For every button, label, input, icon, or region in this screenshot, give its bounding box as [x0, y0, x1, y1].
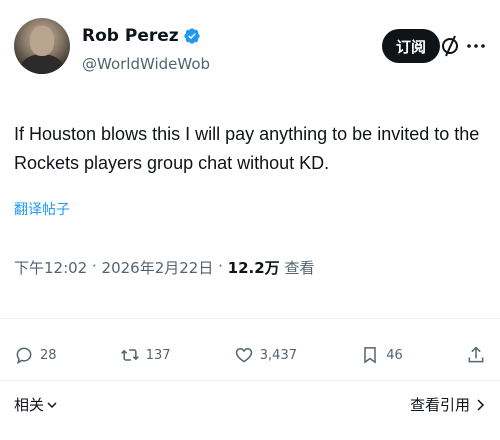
- related-label: 相关: [14, 396, 45, 414]
- tweet-meta: 下午12:02 · 2026年2月22日 · 12.2万 查看: [14, 257, 314, 278]
- translate-post-link[interactable]: 翻译帖子: [14, 199, 70, 219]
- more-options-icon[interactable]: [466, 36, 486, 56]
- related-dropdown[interactable]: 相关: [14, 394, 58, 415]
- bookmark-icon: [364, 347, 376, 364]
- like-button[interactable]: 3,437: [234, 345, 297, 365]
- view-quotes-label: 查看引用: [409, 396, 470, 414]
- tweet-date[interactable]: 2026年2月22日: [102, 257, 214, 278]
- views-count: 12.2万: [227, 259, 280, 277]
- bookmark-count: 46: [386, 347, 403, 363]
- bookmark-button[interactable]: 46: [360, 345, 403, 365]
- grok-icon[interactable]: [440, 34, 460, 58]
- display-name[interactable]: Rob Perez: [82, 26, 179, 46]
- divider: [0, 318, 500, 319]
- share-button[interactable]: [466, 345, 486, 365]
- heart-icon: [235, 347, 253, 363]
- share-icon: [468, 346, 484, 363]
- reply-button[interactable]: 28: [14, 345, 57, 365]
- chevron-right-icon: [477, 398, 485, 411]
- name-row: Rob Perez: [82, 26, 201, 46]
- chevron-down-icon: [47, 401, 57, 408]
- avatar-body: [20, 54, 64, 74]
- tweet-time[interactable]: 下午12:02: [14, 257, 87, 278]
- reply-count: 28: [40, 347, 57, 363]
- tweet-footer: 相关 查看引用: [14, 394, 486, 416]
- meta-separator: ·: [87, 257, 102, 275]
- view-quotes-link[interactable]: 查看引用: [410, 394, 486, 415]
- divider: [0, 380, 500, 381]
- subscribe-button[interactable]: 订阅: [381, 29, 440, 63]
- repost-button[interactable]: 137: [120, 345, 171, 365]
- verified-badge-icon: [183, 28, 200, 44]
- action-bar: 28 137 3,437 46: [14, 342, 486, 368]
- repost-icon: [120, 349, 139, 361]
- meta-separator: ·: [213, 257, 228, 275]
- avatar-face: [30, 26, 54, 56]
- like-count: 3,437: [259, 347, 297, 363]
- reply-icon: [16, 347, 32, 365]
- user-handle[interactable]: @WorldWideWob: [82, 55, 210, 73]
- repost-count: 137: [145, 347, 171, 363]
- tweet-header: Rob Perez @WorldWideWob 订阅: [14, 18, 486, 88]
- avatar[interactable]: [14, 18, 70, 74]
- views-label: 查看: [284, 259, 315, 277]
- tweet-text: If Houston blows this I will pay anythin…: [14, 124, 480, 173]
